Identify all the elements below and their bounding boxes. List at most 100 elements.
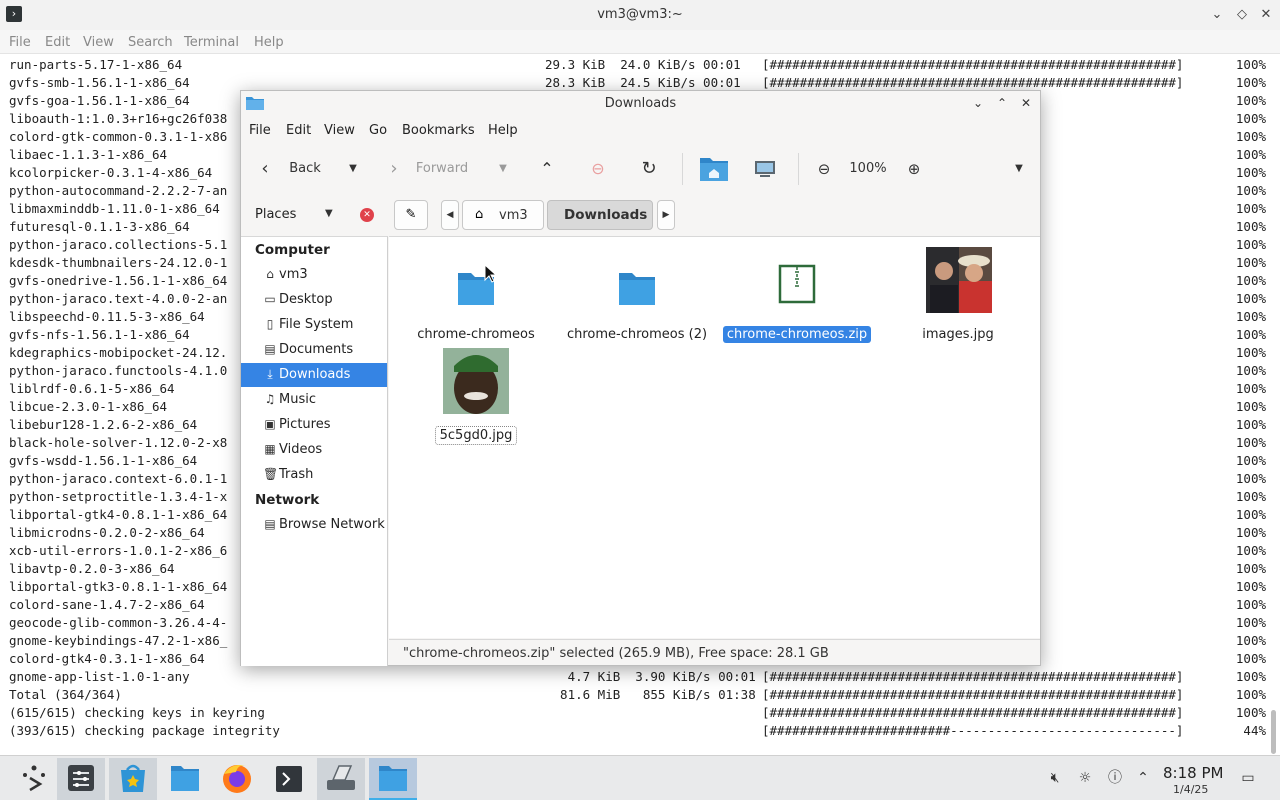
terminal-line-pkg: python-jaraco.context-6.0.1-1 — [9, 471, 228, 486]
terminal-menu-search[interactable]: Search — [128, 35, 173, 50]
file-manager-title: Downloads — [604, 96, 677, 111]
sidebar-item-vm3[interactable]: ⌂ vm3 — [241, 263, 387, 287]
terminal-line-pct: 100% — [1235, 345, 1266, 360]
file-manager-titlebar[interactable]: Downloads ⌄ ⌃ ✕ — [241, 91, 1040, 116]
brightness-icon[interactable]: ☼ — [1075, 768, 1095, 788]
terminal-line-pct: 100% — [1235, 561, 1266, 576]
sidebar-item-browse-network[interactable]: ▤ Browse Network — [241, 513, 387, 537]
menu-go[interactable]: Go — [369, 123, 387, 138]
forward-button[interactable]: Forward — [413, 147, 471, 191]
forward-history-dropdown-icon[interactable]: ▼ — [493, 147, 513, 191]
places-dropdown[interactable]: Places ▼ — [245, 201, 345, 229]
menu-view[interactable]: View — [324, 123, 355, 138]
taskbar-terminal[interactable] — [265, 758, 313, 800]
sidebar-item-music[interactable]: ♫ Music — [241, 388, 387, 412]
terminal-menu-help[interactable]: Help — [254, 35, 284, 50]
sidebar-item-downloads[interactable]: ⤓ Downloads — [241, 363, 387, 387]
close-icon[interactable]: ✕ — [1017, 94, 1035, 112]
terminal-menu-terminal[interactable]: Terminal — [184, 35, 239, 50]
sidebar-item-desktop[interactable]: ▭ Desktop — [241, 288, 387, 312]
back-arrow-icon[interactable]: ‹ — [255, 147, 275, 191]
taskbar-file-manager[interactable] — [161, 758, 209, 800]
terminal-line-pct: 100% — [1235, 471, 1266, 486]
taskbar-firefox[interactable] — [213, 758, 261, 800]
terminal-icon — [276, 766, 302, 792]
zoom-in-icon[interactable]: ⊕ — [904, 147, 924, 191]
terminal-line-pct: 100% — [1235, 57, 1266, 72]
file-item-image[interactable]: images.jpg — [878, 245, 1038, 345]
sidebar-item-pictures[interactable]: ▣ Pictures — [241, 413, 387, 437]
menu-edit[interactable]: Edit — [286, 123, 311, 138]
terminal-menu-edit[interactable]: Edit — [45, 35, 70, 50]
taskbar-file-manager-active[interactable] — [369, 758, 417, 800]
terminal-line-pkg: libportal-gtk3-0.8.1-1-x86_64 — [9, 579, 228, 594]
taskbar-scanner[interactable] — [317, 758, 365, 800]
breadcrumb-downloads[interactable]: Downloads — [547, 200, 653, 230]
show-desktop-icon[interactable]: ▭ — [1238, 768, 1258, 788]
videos-icon: ▦ — [264, 442, 276, 456]
sidebar-item-documents[interactable]: ▤ Documents — [241, 338, 387, 362]
breadcrumb-scroll-left[interactable]: ◀ — [441, 200, 459, 230]
image-thumbnail — [443, 348, 509, 414]
maximize-icon[interactable]: ◇ — [1232, 5, 1252, 25]
file-item-zip[interactable]: chrome-chromeos.zip — [717, 245, 877, 345]
file-name: 5c5gd0.jpg — [434, 426, 518, 445]
terminal-line-pkg: (615/615) checking keys in keyring — [9, 705, 265, 720]
terminal-line-pkg: geocode-glib-common-3.26.4-4- — [9, 615, 228, 630]
sidebar-item-file-system[interactable]: ▯ File System — [241, 313, 387, 337]
tray-expand-icon[interactable]: ⌃ — [1133, 768, 1153, 788]
file-name: chrome-chromeos — [417, 327, 535, 342]
back-history-dropdown-icon[interactable]: ▼ — [343, 147, 363, 191]
menu-bookmarks[interactable]: Bookmarks — [402, 123, 475, 138]
places-sidebar: Computer ⌂ vm3 ▭ Desktop ▯ File System ▤ Doc… — [241, 236, 388, 666]
up-arrow-icon[interactable]: ⌃ — [536, 147, 558, 191]
sidebar-item-videos[interactable]: ▦ Videos — [241, 438, 387, 462]
terminal-titlebar[interactable]: › vm3@vm3:~ ⌄ ◇ ✕ — [0, 0, 1280, 30]
terminal-line-pkg: libmicrodns-0.2.0-2-x86_64 — [9, 525, 205, 540]
terminal-menu-file[interactable]: File — [9, 35, 31, 50]
computer-icon[interactable] — [752, 147, 778, 191]
minimize-icon[interactable]: ⌄ — [969, 94, 987, 112]
application-launcher-button[interactable] — [10, 758, 58, 800]
file-item-image[interactable]: 5c5gd0.jpg — [396, 346, 556, 446]
file-item-folder[interactable]: chrome-chromeos — [396, 245, 556, 345]
file-view[interactable]: chrome-chromeos chrome-chromeos (2) chro… — [389, 236, 1040, 638]
breadcrumb-home[interactable]: ⌂ vm3 — [462, 200, 544, 230]
terminal-line-pct: 100% — [1235, 597, 1266, 612]
home-folder-icon[interactable] — [698, 147, 730, 191]
toolbar-overflow-dropdown-icon[interactable]: ▼ — [1009, 147, 1029, 191]
terminal-scrollbar[interactable] — [1271, 710, 1276, 754]
terminal-line-pct: 100% — [1235, 651, 1266, 666]
maximize-icon[interactable]: ⌃ — [993, 94, 1011, 112]
terminal-line-pkg: python-jaraco.text-4.0.0-2-an — [9, 291, 228, 306]
terminal-menu-view[interactable]: View — [83, 35, 114, 50]
taskbar-discover[interactable] — [109, 758, 157, 800]
sidebar-item-trash[interactable]: 🗑︎ Trash — [241, 463, 387, 487]
file-item-folder[interactable]: chrome-chromeos (2) — [557, 245, 717, 345]
zoom-out-icon[interactable]: ⊖ — [814, 147, 834, 191]
terminal-line-pkg: libavtp-0.2.0-3-x86_64 — [9, 561, 175, 576]
minimize-icon[interactable]: ⌄ — [1207, 5, 1227, 25]
network-status-icon[interactable]: ⓘ — [1105, 768, 1125, 788]
reload-icon[interactable]: ↻ — [638, 147, 660, 191]
terminal-line-pct: 100% — [1235, 165, 1266, 180]
close-icon[interactable]: ✕ — [1256, 5, 1276, 25]
terminal-line-pct: 100% — [1235, 399, 1266, 414]
edit-location-button[interactable]: ✎ — [394, 200, 428, 230]
breadcrumb-scroll-right[interactable]: ▶ — [657, 200, 675, 230]
pictures-icon: ▣ — [264, 417, 276, 431]
terminal-line: run-parts-5.17-1-x86_64 29.3 KiB 24.0 KiB… — [0, 56, 1268, 74]
terminal-line-pkg: gnome-app-list-1.0-1-any — [9, 669, 190, 684]
close-sidebar-icon[interactable]: ✕ — [360, 208, 374, 222]
taskbar-system-settings[interactable] — [57, 758, 105, 800]
back-button[interactable]: Back — [285, 147, 325, 191]
sidebar-heading-network: Network — [255, 492, 320, 508]
forward-arrow-icon[interactable]: › — [384, 147, 404, 191]
terminal-line-pct: 100% — [1235, 273, 1266, 288]
volume-muted-icon[interactable]: 🔇︎ — [1045, 768, 1065, 788]
menu-file[interactable]: File — [249, 123, 271, 138]
menu-help[interactable]: Help — [488, 123, 518, 138]
stop-icon[interactable]: ⊖ — [587, 147, 609, 191]
file-manager-toolbar: ‹ Back ▼ › Forward ▼ ⌃ ⊖ ↻ ⊖ 100% ⊕ ▼ — [241, 147, 1040, 191]
terminal-line-pct: 100% — [1235, 705, 1266, 720]
